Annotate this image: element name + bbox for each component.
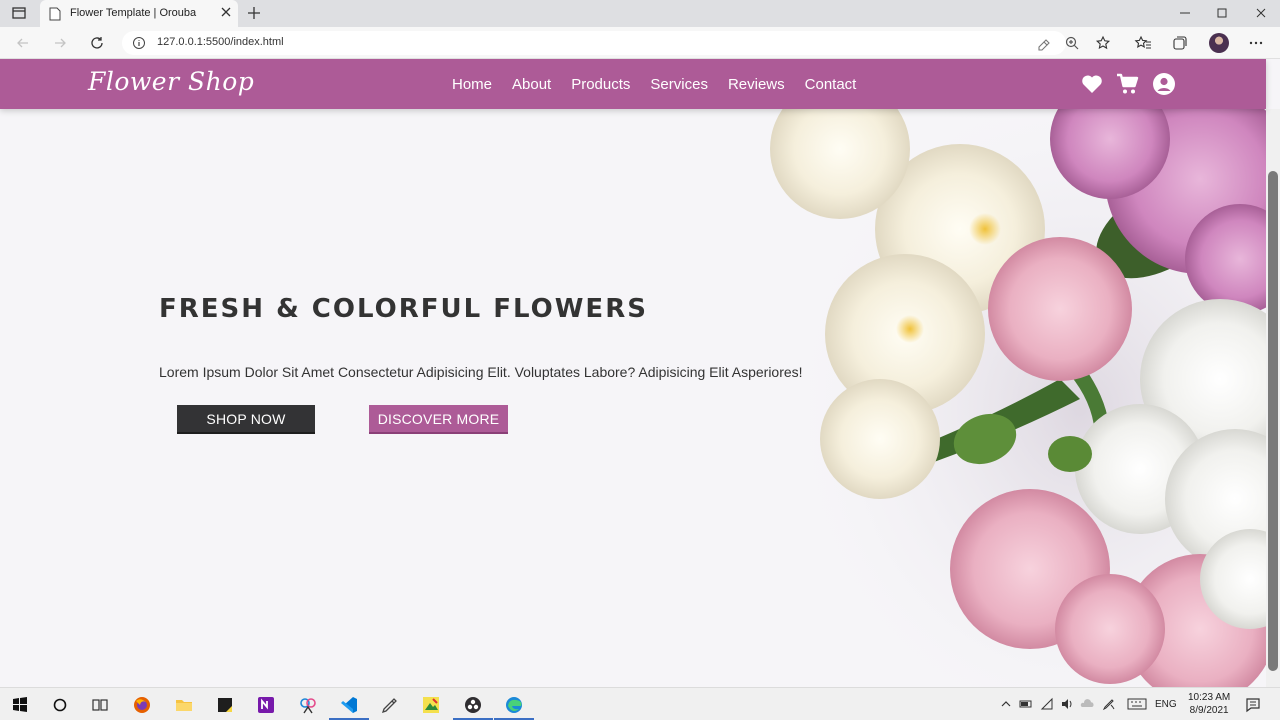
close-tab-icon[interactable] — [220, 6, 232, 18]
add-favorite-icon[interactable] — [1095, 35, 1111, 51]
taskbar: ENG 10:23 AM 8/9/2021 — [0, 687, 1280, 720]
windows-start-icon[interactable] — [10, 695, 30, 715]
hero-text: Lorem Ipsum Dolor Sit Amet Consectetur A… — [159, 364, 803, 380]
site-info-icon[interactable] — [132, 36, 146, 50]
logo[interactable]: Flower Shop — [88, 67, 254, 96]
shop-now-button[interactable]: SHOP NOW — [177, 405, 315, 434]
onedrive-icon[interactable] — [1080, 697, 1094, 711]
discover-more-button[interactable]: DISCOVER MORE — [369, 405, 508, 434]
nav-home[interactable]: Home — [452, 76, 492, 93]
hero-flowers-image — [770, 109, 1266, 687]
profile-avatar[interactable] — [1209, 33, 1229, 53]
minimize-icon[interactable] — [1177, 5, 1193, 21]
collections-icon[interactable] — [1171, 34, 1189, 52]
url-text: 127.0.0.1:5500/index.html — [157, 36, 284, 48]
nav-about[interactable]: About — [512, 76, 551, 93]
web-page: Flower Shop Home About Products Services… — [0, 59, 1280, 687]
language-indicator[interactable]: ENG — [1155, 699, 1177, 710]
browser-toolbar: 127.0.0.1:5500/index.html — [0, 27, 1280, 59]
edge-icon[interactable] — [504, 695, 524, 715]
onenote-icon[interactable] — [256, 695, 276, 715]
close-window-icon[interactable] — [1253, 5, 1269, 21]
favorites-icon[interactable] — [1134, 34, 1152, 52]
maximize-icon[interactable] — [1214, 5, 1230, 21]
new-tab-icon[interactable] — [247, 6, 261, 20]
touch-keyboard-icon[interactable] — [1127, 697, 1147, 711]
obs-icon[interactable] — [463, 695, 483, 715]
more-icon[interactable] — [1247, 34, 1265, 52]
pen-workspace-icon[interactable] — [1102, 697, 1116, 711]
user-icon[interactable] — [1152, 72, 1176, 96]
refresh-icon[interactable] — [89, 35, 105, 51]
address-bar[interactable]: 127.0.0.1:5500/index.html — [122, 31, 1111, 55]
notifications-icon[interactable] — [1245, 697, 1261, 713]
task-view-icon[interactable] — [90, 695, 110, 715]
forward-icon[interactable] — [52, 35, 68, 51]
zoom-icon[interactable] — [1064, 35, 1080, 51]
nav-contact[interactable]: Contact — [805, 76, 857, 93]
snip-tool-icon[interactable] — [298, 695, 318, 715]
battery-icon[interactable] — [1019, 697, 1033, 711]
nav-services[interactable]: Services — [650, 76, 708, 93]
tab-title: Flower Template | Orouba — [70, 7, 197, 19]
main-nav: Home About Products Services Reviews Con… — [452, 59, 856, 109]
read-aloud-icon[interactable] — [1035, 35, 1051, 51]
nav-products[interactable]: Products — [571, 76, 630, 93]
show-hidden-icons-icon[interactable] — [999, 697, 1013, 711]
browser-tab-bar: Flower Template | Orouba — [0, 0, 1280, 27]
cart-icon[interactable] — [1116, 72, 1140, 96]
tab-actions-icon[interactable] — [12, 6, 26, 20]
vscode-icon[interactable] — [339, 695, 359, 715]
clock-time: 10:23 AM — [1188, 692, 1231, 703]
sticky-notes-icon[interactable] — [215, 695, 235, 715]
site-header: Flower Shop Home About Products Services… — [0, 59, 1266, 109]
cortana-icon[interactable] — [50, 695, 70, 715]
volume-icon[interactable] — [1060, 697, 1074, 711]
clock-date: 8/9/2021 — [1189, 705, 1229, 716]
file-explorer-icon[interactable] — [174, 695, 194, 715]
hero-content: FRESH & COLORFUL FLOWERS Lorem Ipsum Dol… — [159, 294, 819, 434]
wifi-icon[interactable] — [1040, 697, 1054, 711]
page-icon — [49, 7, 61, 21]
clock[interactable]: 10:23 AM 8/9/2021 — [1188, 691, 1230, 717]
pen-tool-icon[interactable] — [380, 695, 400, 715]
browser-tab[interactable]: Flower Template | Orouba — [40, 0, 238, 27]
firefox-icon[interactable] — [132, 695, 152, 715]
heart-icon[interactable] — [1080, 72, 1104, 96]
paint-app-icon[interactable] — [421, 695, 441, 715]
page-scrollbar[interactable] — [1266, 109, 1280, 687]
scrollbar-thumb[interactable] — [1268, 171, 1278, 671]
nav-reviews[interactable]: Reviews — [728, 76, 785, 93]
back-icon[interactable] — [15, 35, 31, 51]
hero-title: FRESH & COLORFUL FLOWERS — [159, 294, 648, 324]
